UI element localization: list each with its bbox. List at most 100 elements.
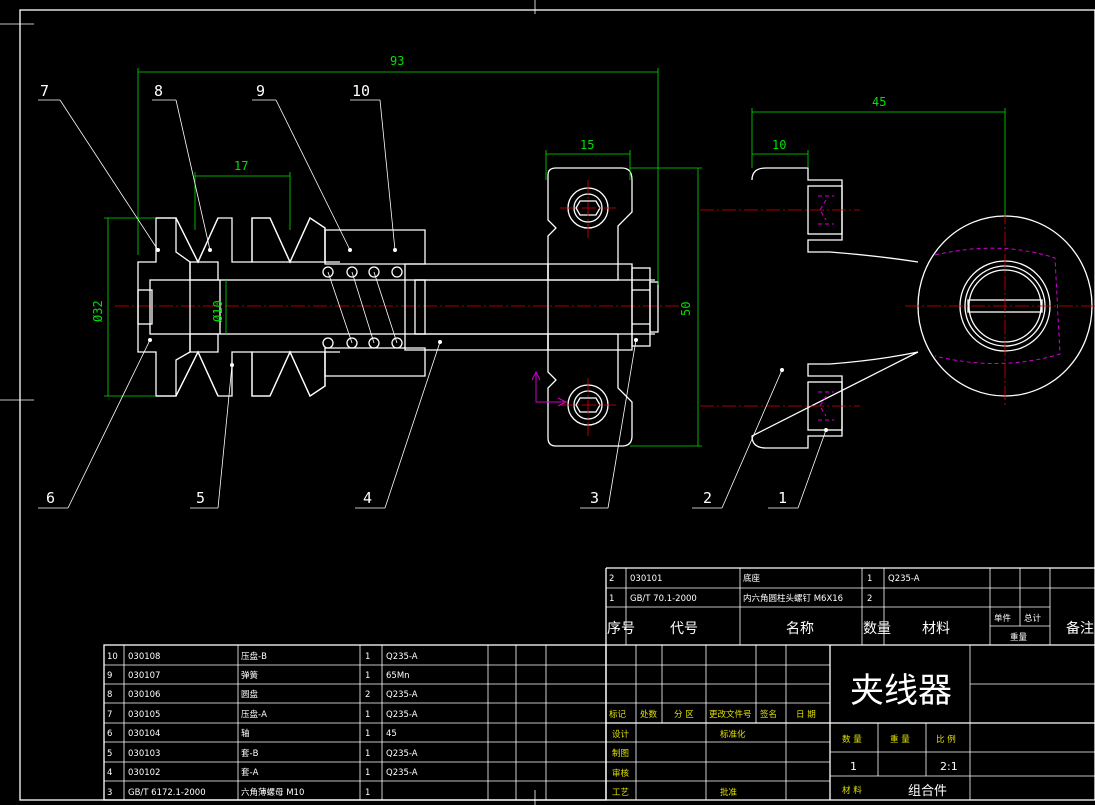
leader-lines — [38, 99, 828, 509]
text-title_block-qty_label: 数 量 — [842, 734, 862, 745]
text-bom_lower-1-code: 030107 — [128, 671, 160, 681]
text-bom_lower-1-material: 65Mn — [386, 671, 410, 681]
text-bom_header-remark: 备注 — [1066, 620, 1094, 637]
text-bom_header-weight: 重量 — [1010, 632, 1028, 643]
drawing-sheet: 93 17 15 45 10 50 Ø32 Ø10 7 8 9 10 6 5 4… — [0, 0, 1095, 805]
text-bom_lower-2-no: 8 — [107, 690, 112, 700]
text-bom_upper-1-code: GB/T 70.1-2000 — [630, 594, 697, 604]
text-title_block-material_label: 材 料 — [842, 785, 862, 796]
balloon-6: 6 — [46, 489, 55, 507]
text-bom_lower-4-code: 030104 — [128, 729, 160, 739]
text-bom_lower-0-code: 030108 — [128, 652, 160, 662]
text-bom_lower-5-no: 5 — [107, 749, 112, 759]
text-bom_lower-4-name: 轴 — [241, 728, 250, 739]
bom-lower-table — [103, 644, 607, 801]
text-bom_lower-6-material: Q235-A — [386, 768, 418, 778]
text-bom_upper-0-no: 2 — [609, 574, 614, 584]
text-bom_lower-1-no: 9 — [107, 671, 112, 681]
text-bom_lower-7-qty: 1 — [365, 788, 370, 798]
dim-45: 45 — [872, 95, 886, 109]
text-bom_lower-2-material: Q235-A — [386, 690, 418, 700]
text-bom_lower-2-name: 圆盘 — [241, 689, 259, 700]
text-title_block-design: 设计 — [612, 729, 630, 740]
text-bom_lower-3-material: Q235-A — [386, 710, 418, 720]
text-title_block-standard: 标准化 — [720, 729, 746, 740]
text-title_block-qty_value: 1 — [850, 760, 857, 773]
text-bom_header-qty: 数量 — [863, 621, 891, 637]
text-title_block-approve: 批准 — [720, 787, 738, 798]
balloon-5: 5 — [196, 489, 205, 507]
dim-17: 17 — [234, 159, 248, 173]
drawing-title: 夹线器 — [850, 671, 952, 711]
text-bom_lower-5-code: 030103 — [128, 749, 160, 759]
text-bom_lower-4-no: 6 — [107, 729, 112, 739]
text-bom_upper-0-material: Q235-A — [888, 574, 920, 584]
text-bom_upper-1-name: 内六角圆柱头螺钉 M6X16 — [743, 593, 843, 604]
text-bom_header-no: 序号 — [607, 621, 635, 637]
text-bom_lower-4-material: 45 — [386, 729, 397, 739]
text-bom_lower-2-qty: 2 — [365, 690, 370, 700]
text-bom_lower-3-no: 7 — [107, 710, 112, 720]
text-bom_lower-0-qty: 1 — [365, 652, 370, 662]
text-title_block-process: 工艺 — [612, 788, 629, 798]
text-bom_header-code: 代号 — [670, 621, 698, 637]
side-view — [700, 167, 1095, 449]
text-bom_lower-3-code: 030105 — [128, 710, 160, 720]
text-title_block-scale_label: 比 例 — [936, 734, 956, 745]
dim-10: 10 — [772, 138, 786, 152]
text-title_block-scale_value: 2:1 — [940, 760, 958, 773]
text-bom_lower-1-name: 弹簧 — [241, 670, 259, 681]
text-bom_header-name: 名称 — [786, 621, 814, 637]
dim-15: 15 — [580, 138, 594, 152]
text-title_block-doc: 更改文件号 — [709, 709, 752, 720]
balloon-10: 10 — [352, 82, 370, 100]
text-bom_lower-0-name: 压盘-B — [241, 651, 267, 662]
text-title_block-sign: 签名 — [760, 709, 777, 720]
balloon-3: 3 — [590, 489, 599, 507]
title-block: 夹线器 标记 处数 分 区 更改文件号 签名 日 期 设计 标准化 制图 审核 … — [606, 645, 1095, 800]
text-bom_upper-1-no: 1 — [609, 594, 614, 604]
text-bom_lower-6-no: 4 — [107, 768, 112, 778]
text-bom_lower-3-name: 压盘-A — [241, 709, 267, 720]
text-bom_lower-6-name: 套-A — [241, 767, 259, 778]
text-title_block-review: 审核 — [612, 768, 630, 779]
dim-dia32: Ø32 — [91, 300, 105, 322]
dim-50: 50 — [679, 302, 693, 316]
dim-dia10: Ø10 — [211, 300, 225, 322]
balloon-1: 1 — [778, 489, 787, 507]
text-title_block-material_value: 组合件 — [908, 784, 947, 799]
text-title_block-zone: 分 区 — [674, 710, 694, 720]
text-bom_lower-1-qty: 1 — [365, 671, 370, 681]
balloon-8: 8 — [154, 82, 163, 100]
text-bom_lower-7-code: GB/T 6172.1-2000 — [128, 788, 206, 798]
balloon-9: 9 — [256, 82, 265, 100]
bom-upper-text: 2 030101 底座 1 Q235-A 1 GB/T 70.1-2000 内六… — [607, 573, 1094, 643]
text-bom_lower-5-name: 套-B — [241, 748, 259, 759]
text-bom_lower-0-no: 10 — [107, 652, 118, 662]
balloon-4: 4 — [363, 489, 372, 507]
text-title_block-count: 处数 — [640, 709, 658, 720]
text-title_block-weight_label: 重 量 — [890, 734, 910, 745]
spring-coils — [322, 266, 403, 349]
text-title_block-draw: 制图 — [612, 748, 629, 759]
text-title_block-date: 日 期 — [796, 710, 816, 720]
dim-93: 93 — [390, 54, 404, 68]
text-bom_upper-0-qty: 1 — [867, 574, 872, 584]
text-bom_upper-1-qty: 2 — [867, 594, 872, 604]
text-bom_lower-0-material: Q235-A — [386, 652, 418, 662]
balloon-7: 7 — [40, 82, 49, 100]
text-bom_lower-6-code: 030102 — [128, 768, 160, 778]
text-bom_upper-0-code: 030101 — [630, 574, 662, 584]
text-bom_lower-6-qty: 1 — [365, 768, 370, 778]
front-section-view — [115, 167, 680, 447]
text-bom_upper-0-name: 底座 — [743, 573, 761, 584]
text-bom_lower-4-qty: 1 — [365, 729, 370, 739]
text-bom_header-material: 材料 — [922, 621, 950, 637]
text-bom_header-single: 单件 — [994, 613, 1012, 624]
text-bom_lower-5-qty: 1 — [365, 749, 370, 759]
text-bom_lower-5-material: Q235-A — [386, 749, 418, 759]
text-bom_lower-7-no: 3 — [107, 788, 112, 798]
text-bom_lower-3-qty: 1 — [365, 710, 370, 720]
text-bom_lower-7-name: 六角薄螺母 M10 — [241, 787, 304, 798]
text-bom_header-total: 总计 — [1024, 613, 1042, 624]
